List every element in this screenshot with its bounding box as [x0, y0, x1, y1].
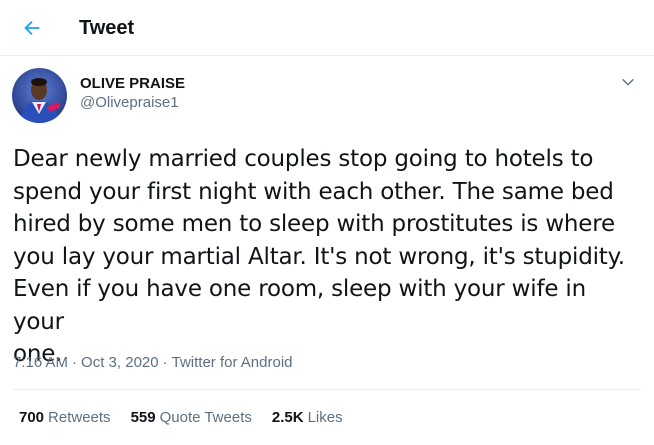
retweets-label: Retweets — [48, 409, 111, 426]
author-display-name[interactable]: OLIVE PRAISE — [80, 75, 185, 93]
arrow-left-icon — [24, 20, 40, 36]
tweet-menu-button[interactable] — [616, 70, 640, 94]
tweet-meta: 7:16 AM · Oct 3, 2020 · Twitter for Android — [13, 354, 293, 372]
quote-tweets-count: 559 — [130, 409, 156, 426]
avatar-image — [12, 68, 67, 123]
tweet-text: Dear newly married couples stop going to… — [13, 146, 625, 367]
avatar[interactable] — [12, 68, 67, 123]
author-handle[interactable]: @Olivepraise1 — [80, 94, 179, 112]
meta-separator: · — [72, 354, 78, 371]
page-title: Tweet — [79, 17, 135, 39]
tweet-source[interactable]: Twitter for Android — [172, 354, 293, 371]
author-row: OLIVE PRAISE @Olivepraise1 — [12, 68, 642, 124]
meta-separator: · — [162, 354, 168, 371]
tweet-header: Tweet — [0, 0, 654, 56]
quote-tweets-stat[interactable]: 559 Quote Tweets — [131, 409, 252, 427]
chevron-down-icon — [622, 78, 634, 86]
tweet-stats: 700 Retweets 559 Quote Tweets 2.5K Likes — [19, 409, 363, 427]
tweet-date[interactable]: Oct 3, 2020 — [81, 354, 159, 371]
likes-label: Likes — [307, 409, 343, 426]
divider — [13, 389, 641, 390]
retweets-stat[interactable]: 700 Retweets — [19, 409, 111, 427]
likes-stat[interactable]: 2.5K Likes — [272, 409, 343, 427]
quote-tweets-label: Quote Tweets — [159, 409, 252, 426]
back-button[interactable] — [14, 10, 50, 46]
retweets-count: 700 — [19, 409, 45, 426]
tweet-time[interactable]: 7:16 AM — [13, 354, 68, 371]
likes-count: 2.5K — [271, 409, 304, 426]
